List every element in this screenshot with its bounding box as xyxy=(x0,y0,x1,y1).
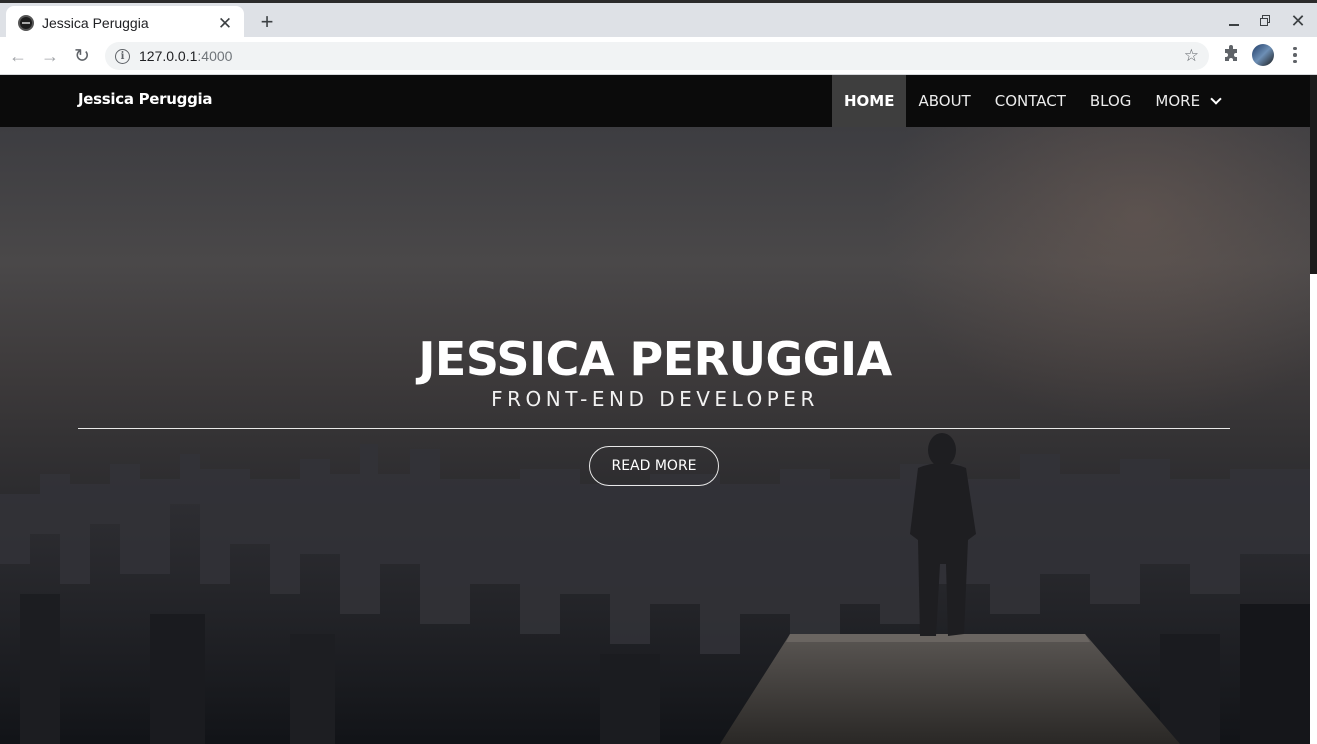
read-more-button[interactable]: READ MORE xyxy=(589,446,719,486)
nav-link-contact[interactable]: CONTACT xyxy=(983,75,1078,127)
tab-title: Jessica Peruggia xyxy=(42,15,149,31)
forward-button[interactable]: → xyxy=(38,44,62,68)
chevron-down-icon xyxy=(1210,92,1222,105)
nav-more-label: MORE xyxy=(1155,92,1201,110)
url-host: 127.0.0.1 xyxy=(139,48,198,64)
minimize-window-button[interactable] xyxy=(1224,11,1244,31)
browser-menu-icon[interactable] xyxy=(1287,44,1303,66)
close-window-button[interactable]: ✕ xyxy=(1288,11,1308,31)
nav-link-home[interactable]: HOME xyxy=(832,75,907,127)
tab-close-icon[interactable]: ✕ xyxy=(216,14,234,32)
url-port: :4000 xyxy=(197,48,233,64)
extensions-puzzle-icon[interactable] xyxy=(1222,45,1240,63)
restore-window-button[interactable] xyxy=(1256,11,1276,31)
site-navbar: Jessica Peruggia HOME ABOUT CONTACT BLOG… xyxy=(0,75,1310,127)
scrollbar-thumb[interactable] xyxy=(1310,75,1317,274)
nav-link-blog[interactable]: BLOG xyxy=(1078,75,1144,127)
back-button[interactable]: ← xyxy=(6,44,30,68)
hero-title: JESSICA PERUGGIA xyxy=(418,332,892,386)
new-tab-button[interactable]: + xyxy=(256,8,278,36)
address-bar[interactable]: i 127.0.0.1:4000 ☆ xyxy=(105,42,1209,70)
page-viewport: Jessica Peruggia HOME ABOUT CONTACT BLOG… xyxy=(0,75,1310,744)
nav-link-about[interactable]: ABOUT xyxy=(906,75,982,127)
browser-tab[interactable]: Jessica Peruggia ✕ xyxy=(6,6,244,40)
browser-toolbar: ← → ↻ i 127.0.0.1:4000 ☆ xyxy=(0,37,1317,75)
hero-section: JESSICA PERUGGIA FRONT-END DEVELOPER REA… xyxy=(0,127,1310,744)
site-favicon-icon xyxy=(18,15,34,31)
nav-links: HOME ABOUT CONTACT BLOG MORE xyxy=(832,75,1232,127)
nav-dropdown-more[interactable]: MORE xyxy=(1143,75,1232,127)
hero-divider xyxy=(78,428,1230,429)
site-info-icon[interactable]: i xyxy=(115,48,130,64)
bookmark-star-icon[interactable]: ☆ xyxy=(1184,46,1199,66)
profile-avatar[interactable] xyxy=(1252,44,1274,66)
hero-content: JESSICA PERUGGIA FRONT-END DEVELOPER REA… xyxy=(0,127,1310,744)
hero-subtitle: FRONT-END DEVELOPER xyxy=(491,387,819,411)
browser-tab-bar: Jessica Peruggia ✕ + ✕ xyxy=(0,0,1317,40)
reload-button[interactable]: ↻ xyxy=(70,44,94,68)
page-scrollbar[interactable] xyxy=(1310,75,1317,744)
site-brand-link[interactable]: Jessica Peruggia xyxy=(78,90,212,108)
